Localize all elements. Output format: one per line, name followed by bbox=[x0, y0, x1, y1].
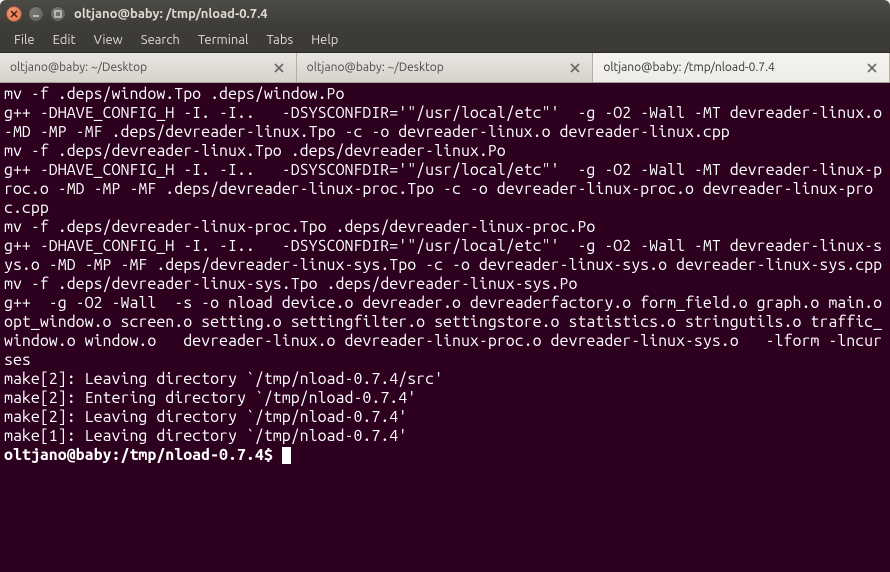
menu-help[interactable]: Help bbox=[303, 31, 346, 49]
window-controls bbox=[6, 6, 66, 22]
close-icon bbox=[867, 63, 877, 73]
tab-1[interactable]: oltjano@baby: ~/Desktop bbox=[0, 53, 297, 82]
tab-3-active[interactable]: oltjano@baby: /tmp/nload-0.7.4 bbox=[593, 53, 890, 82]
menubar: File Edit View Search Terminal Tabs Help bbox=[0, 28, 890, 53]
cursor bbox=[282, 447, 291, 464]
window-title: oltjano@baby: /tmp/nload-0.7.4 bbox=[74, 7, 268, 21]
tab-label: oltjano@baby: /tmp/nload-0.7.4 bbox=[603, 61, 774, 74]
maximize-icon bbox=[54, 10, 62, 18]
tab-close-button[interactable] bbox=[272, 61, 286, 75]
close-icon bbox=[10, 10, 18, 18]
tab-label: oltjano@baby: ~/Desktop bbox=[307, 61, 444, 74]
menu-view[interactable]: View bbox=[86, 31, 131, 49]
close-window-button[interactable] bbox=[6, 6, 22, 22]
close-icon bbox=[274, 63, 284, 73]
terminal-viewport[interactable]: mv -f .deps/window.Tpo .deps/window.Po g… bbox=[0, 83, 890, 572]
menu-file[interactable]: File bbox=[6, 31, 43, 49]
tab-2[interactable]: oltjano@baby: ~/Desktop bbox=[297, 53, 594, 82]
menu-edit[interactable]: Edit bbox=[45, 31, 84, 49]
maximize-window-button[interactable] bbox=[50, 6, 66, 22]
shell-prompt: oltjano@baby:/tmp/nload-0.7.4$ bbox=[4, 446, 282, 464]
terminal-output: mv -f .deps/window.Tpo .deps/window.Po g… bbox=[4, 85, 886, 465]
minimize-icon bbox=[32, 10, 40, 18]
menu-search[interactable]: Search bbox=[133, 31, 188, 49]
menu-terminal[interactable]: Terminal bbox=[190, 31, 257, 49]
tabbar: oltjano@baby: ~/Desktop oltjano@baby: ~/… bbox=[0, 53, 890, 83]
minimize-window-button[interactable] bbox=[28, 6, 44, 22]
titlebar: oltjano@baby: /tmp/nload-0.7.4 bbox=[0, 0, 890, 28]
tab-close-button[interactable] bbox=[568, 61, 582, 75]
menu-tabs[interactable]: Tabs bbox=[258, 31, 301, 49]
close-icon bbox=[570, 63, 580, 73]
tab-label: oltjano@baby: ~/Desktop bbox=[10, 61, 147, 74]
tab-close-button[interactable] bbox=[865, 61, 879, 75]
